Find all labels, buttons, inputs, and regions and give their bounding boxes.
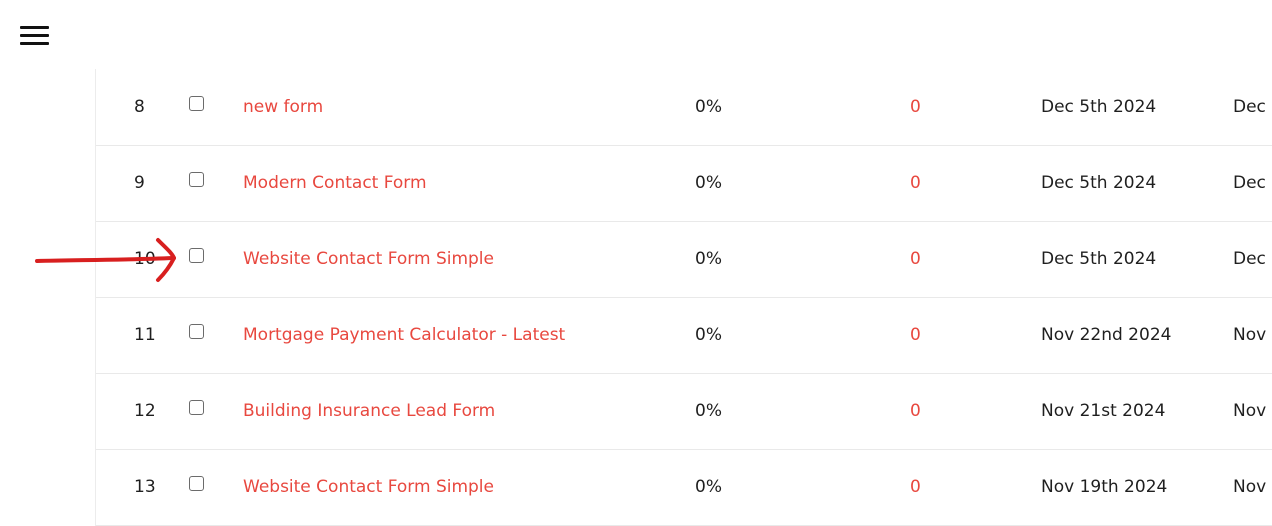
submissions-count[interactable]: 0 — [910, 221, 921, 297]
form-name-link[interactable]: new form — [243, 69, 323, 145]
table-row: 11 Mortgage Payment Calculator - Latest … — [96, 297, 1272, 374]
forms-table: 8 new form 0% 0 Dec 5th 2024 Dec 5 9 Mod… — [95, 69, 1272, 526]
submissions-count[interactable]: 0 — [910, 449, 921, 525]
created-date: Nov 21st 2024 — [1041, 401, 1166, 421]
created-date: Dec 5th 2024 — [1041, 97, 1157, 117]
table-row: 8 new form 0% 0 Dec 5th 2024 Dec 5 — [96, 69, 1272, 146]
row-checkbox[interactable] — [189, 248, 204, 263]
form-name-link[interactable]: Website Contact Form Simple — [243, 449, 494, 525]
table-row: 13 Website Contact Form Simple 0% 0 Nov … — [96, 449, 1272, 526]
table-row: 12 Building Insurance Lead Form 0% 0 Nov… — [96, 373, 1272, 450]
updated-date: Dec 5 — [1233, 173, 1272, 193]
conversion-rate: 0% — [695, 325, 722, 345]
red-arrow-annotation-icon — [35, 238, 176, 282]
created-date: Dec 5th 2024 — [1041, 173, 1157, 193]
conversion-rate: 0% — [695, 477, 722, 497]
row-checkbox[interactable] — [189, 476, 204, 491]
row-checkbox[interactable] — [189, 400, 204, 415]
conversion-rate: 0% — [695, 401, 722, 421]
updated-date: Nov 2 — [1233, 401, 1272, 421]
row-checkbox[interactable] — [189, 96, 204, 111]
submissions-count[interactable]: 0 — [910, 69, 921, 145]
submissions-count[interactable]: 0 — [910, 373, 921, 449]
menu-bar — [20, 34, 49, 37]
row-checkbox[interactable] — [189, 324, 204, 339]
row-number: 11 — [134, 325, 156, 345]
created-date: Nov 22nd 2024 — [1041, 325, 1172, 345]
table-row: 10 Website Contact Form Simple 0% 0 Dec … — [96, 221, 1272, 298]
form-name-link[interactable]: Building Insurance Lead Form — [243, 373, 495, 449]
conversion-rate: 0% — [695, 97, 722, 117]
submissions-count[interactable]: 0 — [910, 145, 921, 221]
updated-date: Dec 5 — [1233, 97, 1272, 117]
conversion-rate: 0% — [695, 173, 722, 193]
updated-date: Nov 2 — [1233, 325, 1272, 345]
form-name-link[interactable]: Website Contact Form Simple — [243, 221, 494, 297]
created-date: Dec 5th 2024 — [1041, 249, 1157, 269]
row-checkbox[interactable] — [189, 172, 204, 187]
table-row: 9 Modern Contact Form 0% 0 Dec 5th 2024 … — [96, 145, 1272, 222]
updated-date: Nov 1 — [1233, 477, 1272, 497]
updated-date: Dec 5 — [1233, 249, 1272, 269]
hamburger-menu-icon[interactable] — [20, 26, 49, 46]
row-number: 9 — [134, 173, 145, 193]
menu-bar — [20, 42, 49, 45]
form-name-link[interactable]: Mortgage Payment Calculator - Latest — [243, 297, 565, 373]
row-number: 12 — [134, 401, 156, 421]
row-number: 8 — [134, 97, 145, 117]
conversion-rate: 0% — [695, 249, 722, 269]
submissions-count[interactable]: 0 — [910, 297, 921, 373]
created-date: Nov 19th 2024 — [1041, 477, 1168, 497]
form-name-link[interactable]: Modern Contact Form — [243, 145, 427, 221]
menu-bar — [20, 26, 49, 29]
row-number: 13 — [134, 477, 156, 497]
